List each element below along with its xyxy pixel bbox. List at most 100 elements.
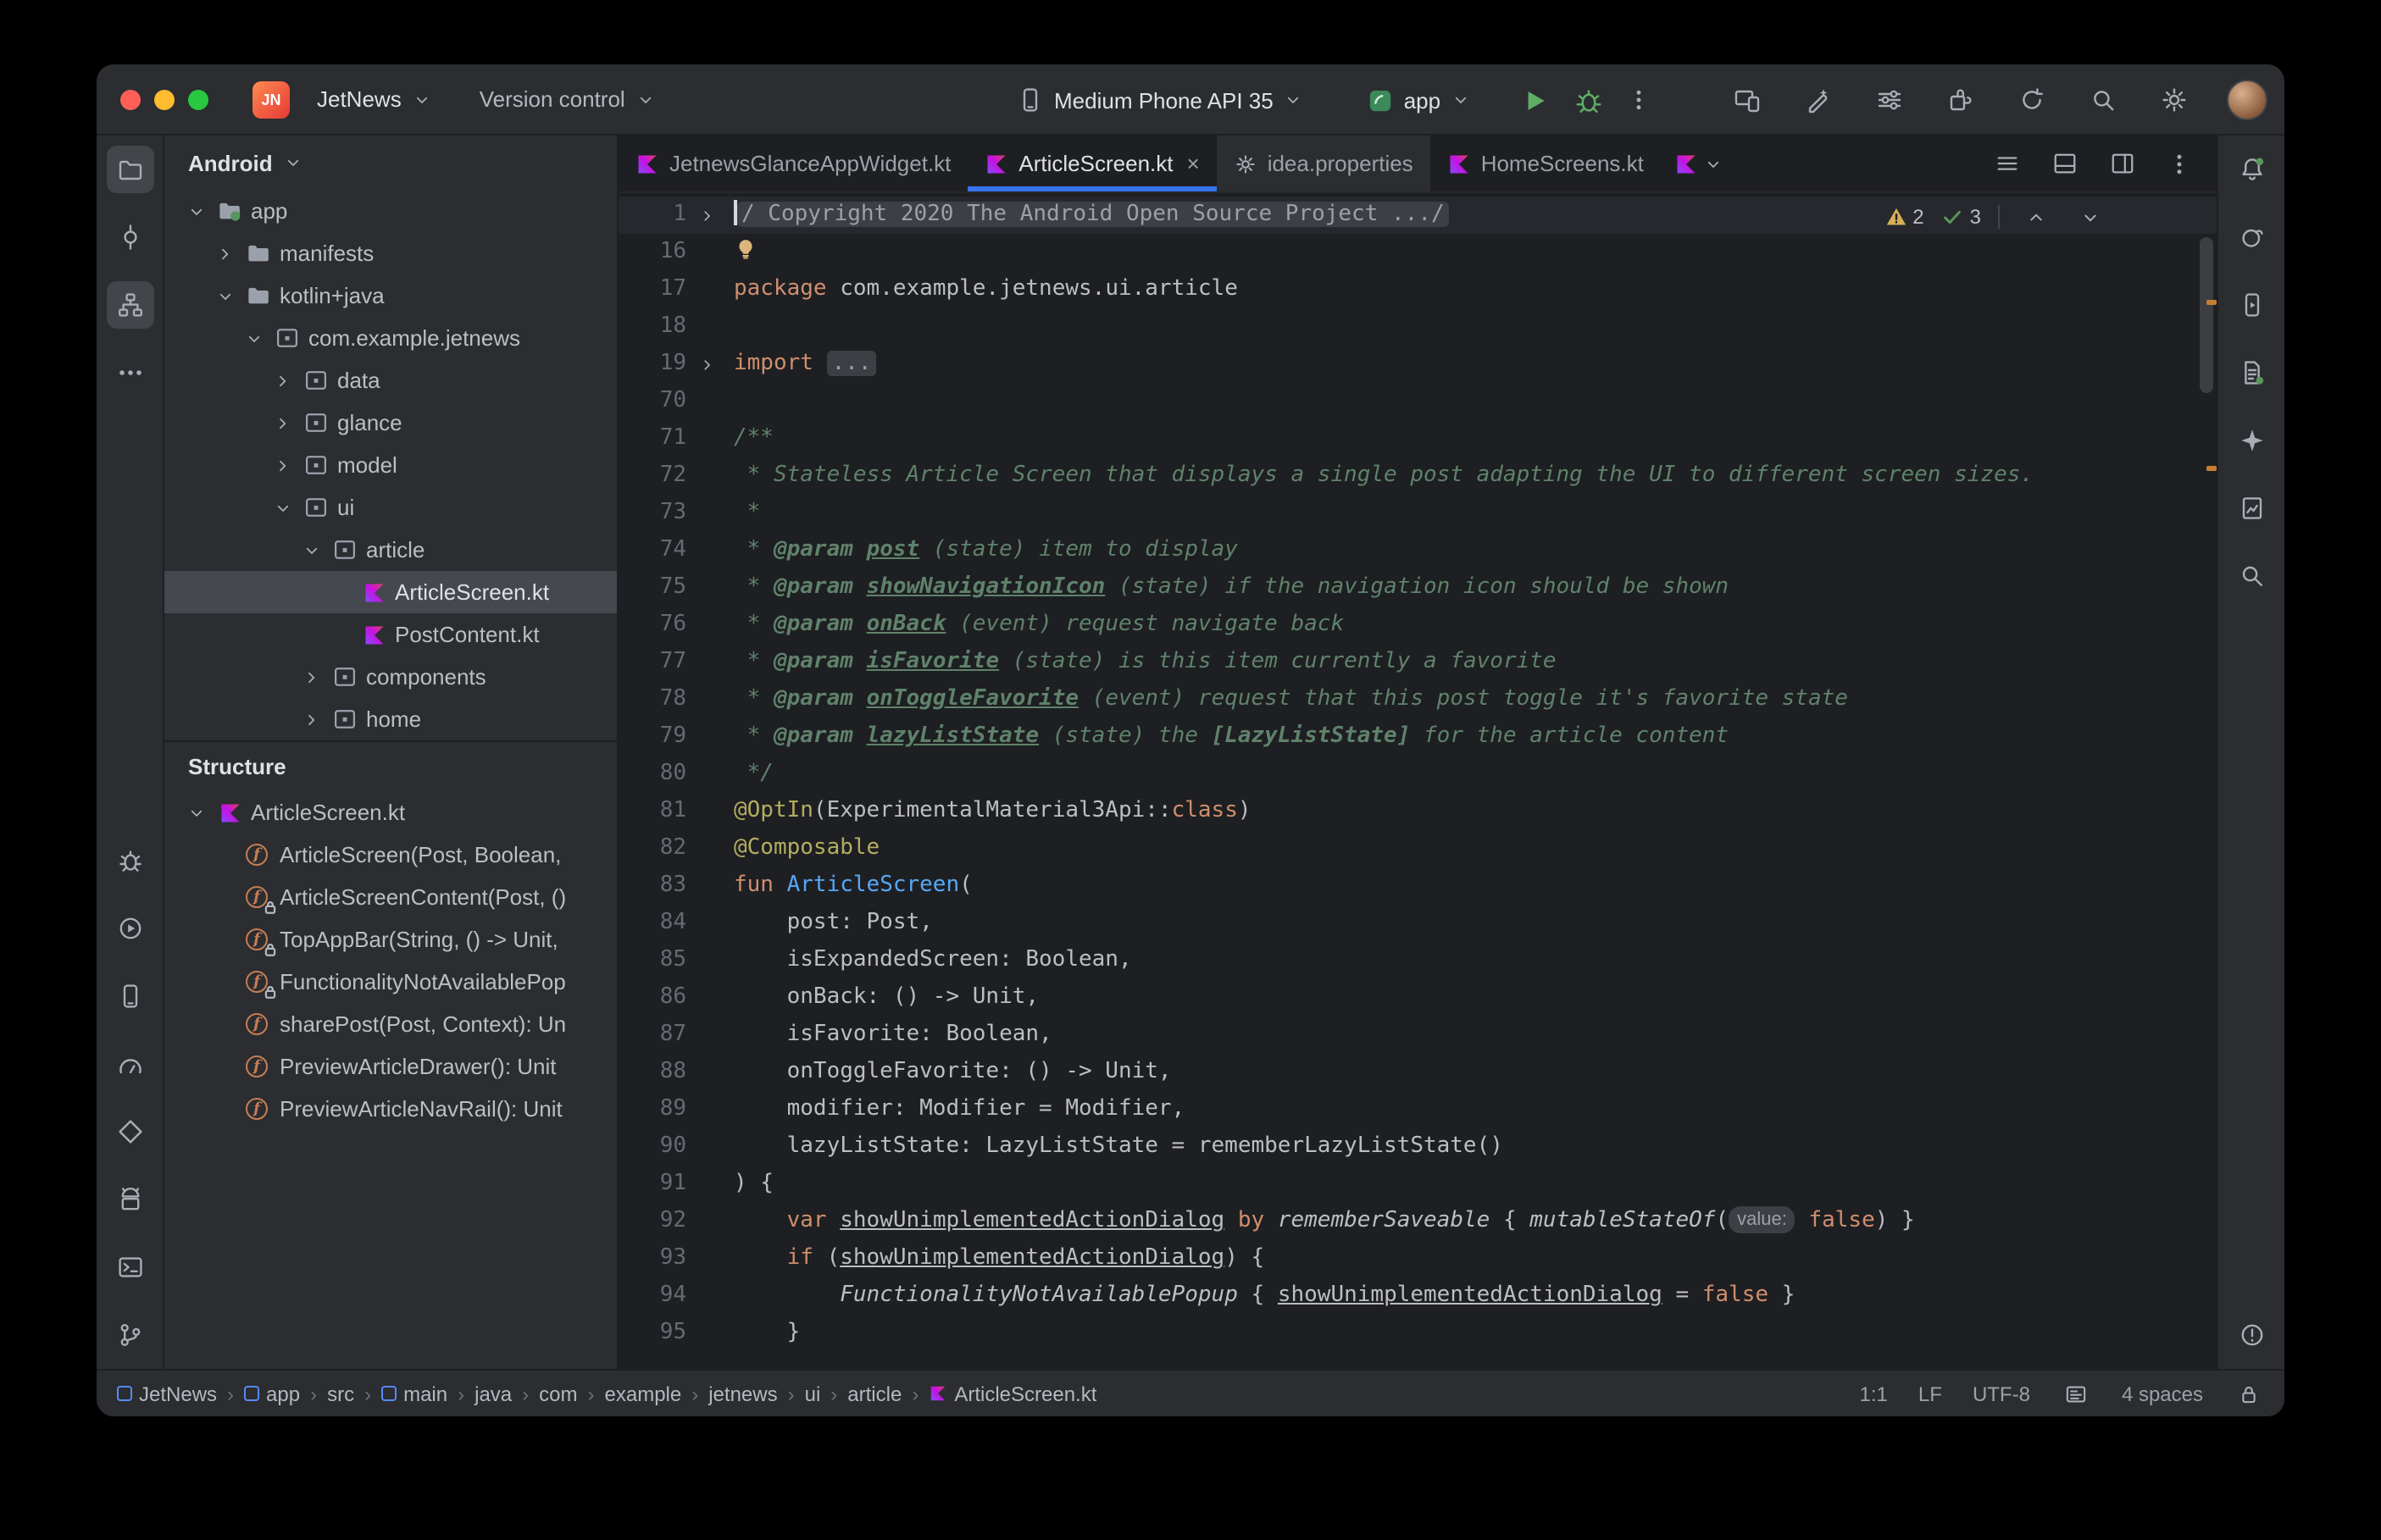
gemini-icon[interactable] (2228, 417, 2275, 464)
structure-item-previewarticledrawer-unit[interactable]: fPreviewArticleDrawer(): Unit (164, 1045, 617, 1088)
device-mirroring-icon[interactable] (1729, 81, 1766, 119)
project-item-manifests[interactable]: manifests (164, 232, 617, 274)
breadcrumb-item-ui[interactable]: ui (805, 1382, 821, 1405)
editor-list-icon[interactable] (1990, 147, 2023, 180)
device-manager-icon[interactable] (106, 972, 153, 1020)
project-icon[interactable] (106, 146, 153, 193)
plugins-icon[interactable] (1942, 81, 1979, 119)
sync-icon[interactable] (2013, 81, 2051, 119)
code-line-82[interactable]: 82@Composable (619, 830, 2217, 867)
run-config-selector[interactable]: app (1355, 75, 1485, 125)
breadcrumb-item-article[interactable]: article (847, 1382, 902, 1405)
split-right-icon[interactable] (2105, 147, 2139, 180)
split-down-icon[interactable] (2047, 147, 2081, 180)
breadcrumb-item-jetnews[interactable]: JetNews (117, 1382, 217, 1405)
chevron-right-icon[interactable] (271, 370, 295, 391)
project-item-kotlin-java[interactable]: kotlin+java (164, 274, 617, 317)
running-devices-icon[interactable] (2228, 281, 2275, 329)
run-button[interactable] (1515, 81, 1552, 119)
project-item-app[interactable]: app (164, 190, 617, 232)
chevron-down-icon[interactable] (300, 540, 324, 560)
next-problem-button[interactable] (2071, 198, 2108, 235)
editor-scrollbar[interactable] (2200, 237, 2213, 393)
fold-arrow-icon[interactable] (693, 346, 720, 383)
code-line-70[interactable]: 70 (619, 383, 2217, 420)
settings-icon[interactable] (2156, 81, 2193, 119)
problems-icon[interactable] (2228, 1311, 2275, 1359)
project-item-article[interactable]: article (164, 529, 617, 571)
code-line-80[interactable]: 80 */ (619, 756, 2217, 793)
code-line-87[interactable]: 87 isFavorite: Boolean, (619, 1017, 2217, 1054)
project-item-articlescreen-kt[interactable]: ArticleScreen.kt (164, 571, 617, 613)
code-line-84[interactable]: 84 post: Post, (619, 905, 2217, 942)
code-editor[interactable]: 1/ Copyright 2020 The Android Open Sourc… (619, 193, 2217, 1369)
logcat-icon[interactable] (106, 1176, 153, 1223)
intention-bulb-icon[interactable] (734, 237, 758, 261)
ai-assist-icon[interactable] (1800, 81, 1837, 119)
project-panel-header[interactable]: Android (164, 136, 617, 190)
hidden-tabs-button[interactable] (1661, 136, 1737, 191)
code-line-91[interactable]: 91) { (619, 1166, 2217, 1203)
project-menu-button[interactable]: JetNews (303, 74, 446, 125)
close-tab-icon[interactable]: × (1187, 152, 1200, 174)
gradle-icon[interactable] (2228, 213, 2275, 261)
search-icon[interactable] (2084, 81, 2122, 119)
code-line-85[interactable]: 85 isExpandedScreen: Boolean, (619, 942, 2217, 979)
device-selector[interactable]: Medium Phone API 35 (1003, 75, 1318, 125)
more-run-actions-icon[interactable] (1620, 81, 1657, 119)
breadcrumb-item-jetnews[interactable]: jetnews (708, 1382, 777, 1405)
project-item-ui[interactable]: ui (164, 486, 617, 529)
code-line-89[interactable]: 89 modifier: Modifier = Modifier, (619, 1091, 2217, 1128)
editor-more-icon[interactable] (2162, 147, 2196, 180)
commit-icon[interactable] (106, 213, 153, 261)
run-tool-icon[interactable] (106, 905, 153, 952)
profiler-icon[interactable] (106, 1040, 153, 1088)
chevron-down-icon[interactable] (242, 328, 266, 348)
code-line-16[interactable]: 16 (619, 234, 2217, 271)
chevron-right-icon[interactable] (271, 455, 295, 475)
chevron-down-icon[interactable] (185, 802, 208, 823)
breadcrumb-item-com[interactable]: com (539, 1382, 577, 1405)
debug-button[interactable] (1569, 81, 1607, 119)
project-item-components[interactable]: components (164, 656, 617, 698)
warning-stripe-mark[interactable] (2206, 300, 2217, 305)
code-line-19[interactable]: 19import ... (619, 346, 2217, 383)
structure-panel-header[interactable]: Structure (164, 740, 617, 791)
code-line-94[interactable]: 94 FunctionalityNotAvailablePopup { show… (619, 1277, 2217, 1315)
chevron-down-icon[interactable] (214, 285, 237, 306)
code-line-18[interactable]: 18 (619, 308, 2217, 346)
code-line-71[interactable]: 71/** (619, 420, 2217, 457)
view-options-icon[interactable] (1871, 81, 1908, 119)
tab-idea-properties[interactable]: idea.properties (1217, 136, 1430, 191)
play-policy-icon[interactable] (106, 1108, 153, 1155)
find-icon[interactable] (2228, 552, 2275, 600)
project-item-home[interactable]: home (164, 698, 617, 740)
structure-item-sharepost-post-context-un[interactable]: fsharePost(Post, Context): Un (164, 1003, 617, 1045)
project-item-com-example-jetnews[interactable]: com.example.jetnews (164, 317, 617, 359)
breadcrumb-item-main[interactable]: main (381, 1382, 447, 1405)
tab-jetnewsglanceappwidget-kt[interactable]: JetnewsGlanceAppWidget.kt (619, 136, 968, 191)
code-line-81[interactable]: 81@OptIn(ExperimentalMaterial3Api::class… (619, 793, 2217, 830)
structure-icon[interactable] (106, 281, 153, 329)
indent-style[interactable]: 4 spaces (2122, 1382, 2203, 1405)
chevron-down-icon[interactable] (271, 497, 295, 518)
code-line-77[interactable]: 77 * @param isFavorite (state) is this i… (619, 644, 2217, 681)
minimize-window-button[interactable] (154, 89, 175, 109)
close-window-button[interactable] (120, 89, 141, 109)
code-line-90[interactable]: 90 lazyListState: LazyListState = rememb… (619, 1128, 2217, 1166)
code-line-72[interactable]: 72 * Stateless Article Screen that displ… (619, 457, 2217, 495)
vcs-menu-button[interactable]: Version control (466, 74, 669, 125)
chevron-right-icon[interactable] (271, 413, 295, 433)
app-quality-insights-icon[interactable] (2228, 485, 2275, 532)
breadcrumb-item-articlescreen-kt[interactable]: ArticleScreen.kt (929, 1382, 1096, 1405)
chevron-right-icon[interactable] (300, 709, 324, 729)
notifications-icon[interactable] (2228, 146, 2275, 193)
code-line-93[interactable]: 93 if (showUnimplementedActionDialog) { (619, 1240, 2217, 1277)
app-inspection-icon[interactable] (106, 837, 153, 884)
chevron-down-icon[interactable] (185, 201, 208, 221)
project-item-model[interactable]: model (164, 444, 617, 486)
code-line-83[interactable]: 83fun ArticleScreen( (619, 867, 2217, 905)
tab-articlescreen-kt[interactable]: ArticleScreen.kt× (968, 136, 1216, 191)
breadcrumb-item-example[interactable]: example (605, 1382, 682, 1405)
project-item-glance[interactable]: glance (164, 402, 617, 444)
